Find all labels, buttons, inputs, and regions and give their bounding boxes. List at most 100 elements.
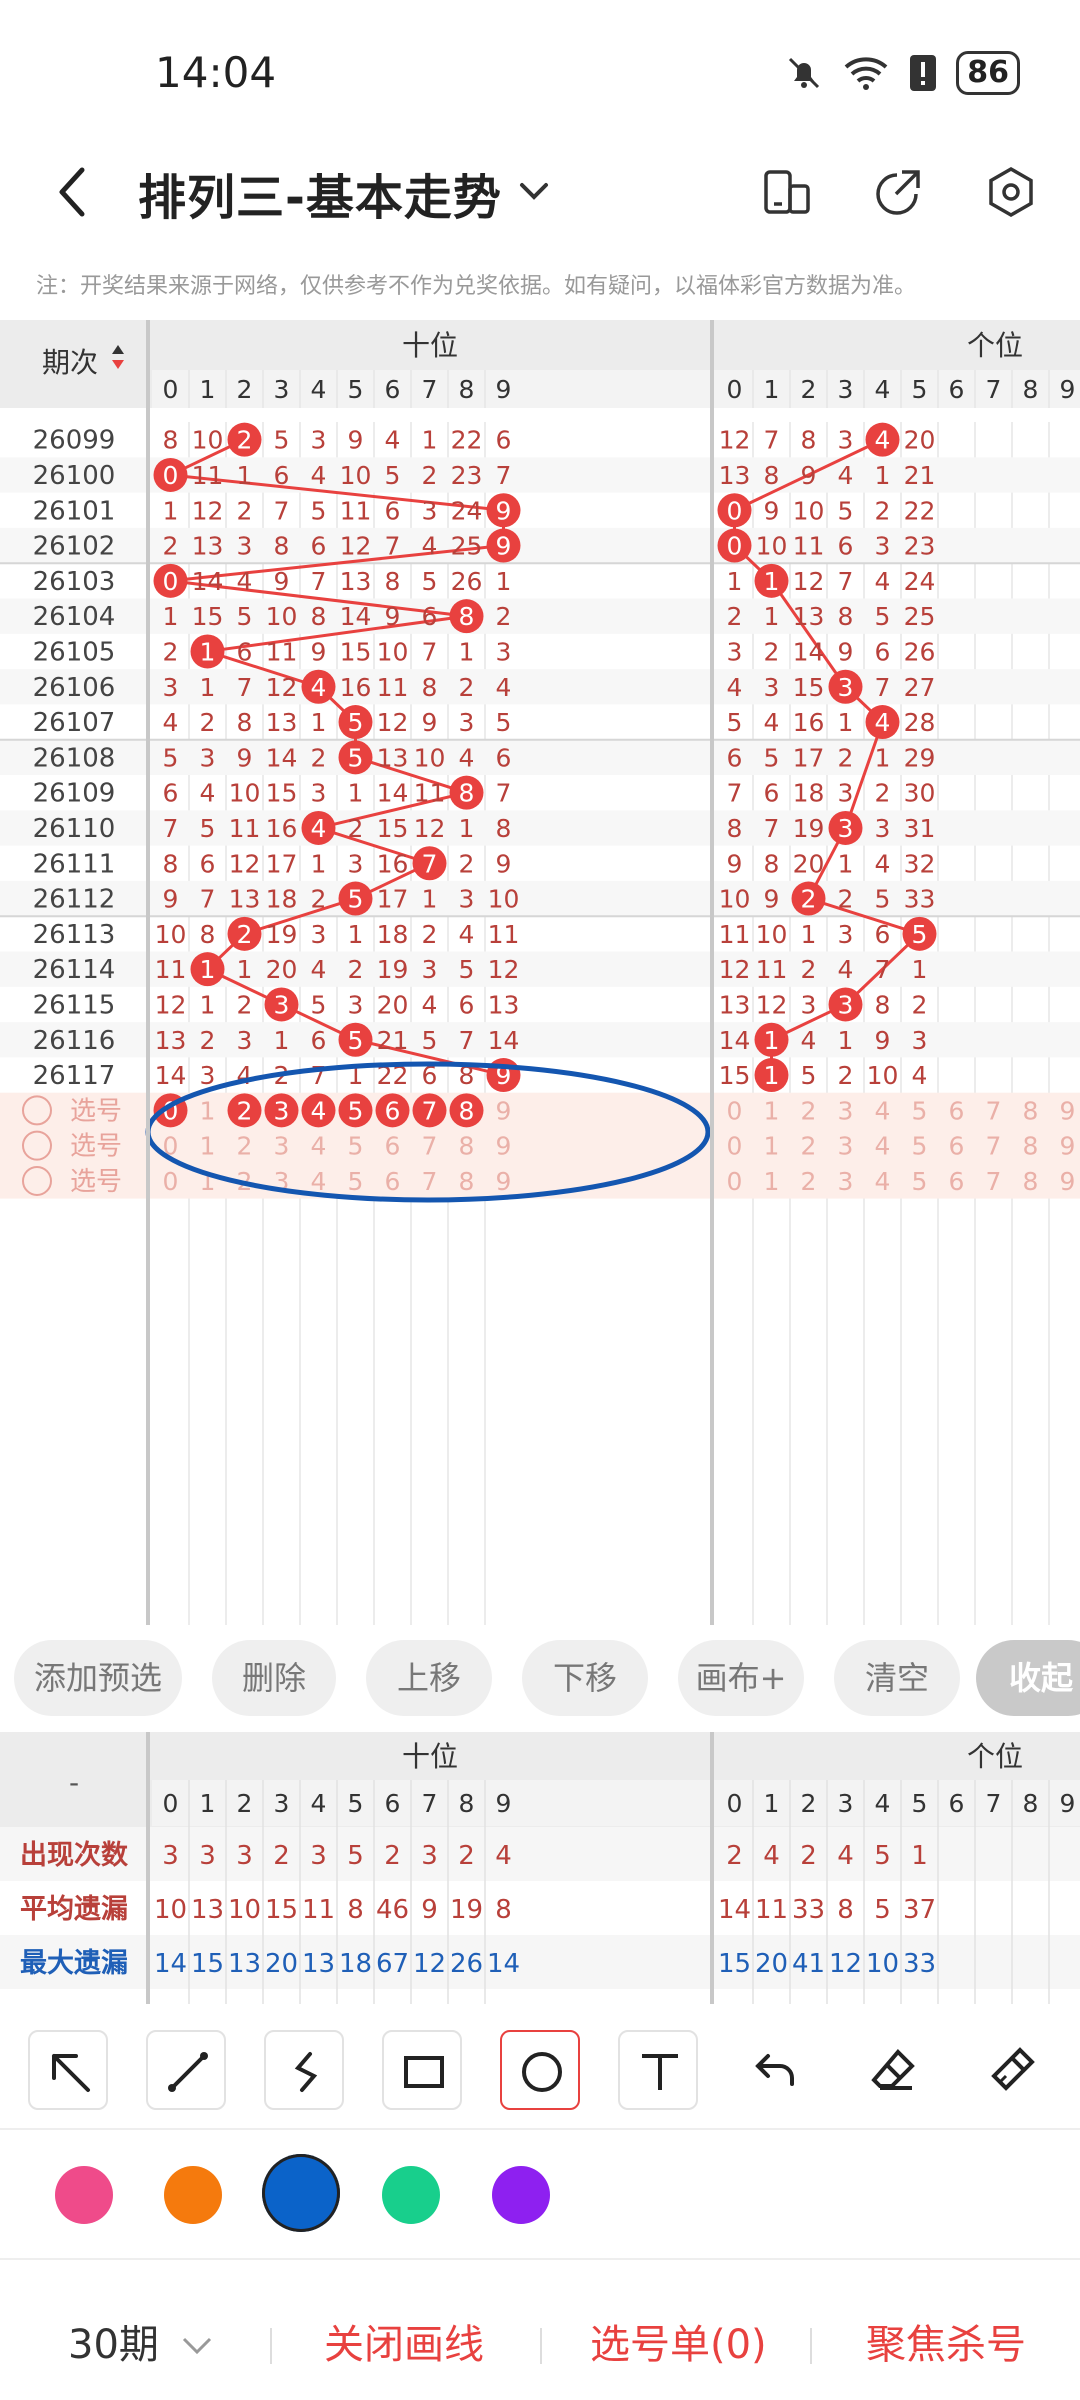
stats-table-svg: -十位 个位0 01 12 23 34 45 56 67 78 89 9出现次数 3 3 3 2 3 5 2 3 2 4 2…: [0, 1732, 1080, 2004]
omission-cell: 4: [727, 673, 743, 702]
omission-cell: 13: [377, 743, 409, 772]
omission-cell: 8: [274, 532, 290, 561]
move-up-button[interactable]: 上移: [366, 1640, 492, 1716]
circle-tool-icon[interactable]: [500, 2030, 580, 2110]
add-preselect-button[interactable]: 添加预选: [14, 1640, 182, 1716]
omission-cell: 20: [266, 955, 298, 984]
omission-cell: 3: [727, 637, 743, 666]
stats-row-label: 平均遗漏: [20, 1894, 128, 1925]
clear-button[interactable]: 清空: [834, 1640, 960, 1716]
period-cell: 26106: [33, 673, 116, 703]
color-swatch-pink[interactable]: [55, 2166, 113, 2224]
omission-cell: 7: [838, 567, 854, 596]
color-swatch-blue-selected[interactable]: [262, 2154, 340, 2232]
select-digit: 1: [764, 1096, 780, 1125]
omission-cell: 7: [764, 426, 780, 455]
omission-cell: 3: [838, 779, 854, 808]
omission-cell: 3: [237, 532, 253, 561]
stats-cell: 33: [792, 1895, 825, 1925]
chevron-down-icon[interactable]: [517, 174, 551, 208]
omission-cell: 12: [266, 673, 298, 702]
omission-cell: 11: [719, 920, 751, 949]
omission-cell: 4: [422, 990, 438, 1019]
select-digit: 1: [764, 1167, 780, 1196]
polyline-tool-icon[interactable]: [264, 2030, 344, 2110]
omission-cell: 1: [163, 602, 179, 631]
eraser-icon[interactable]: [854, 2030, 934, 2110]
color-swatch-orange[interactable]: [164, 2166, 222, 2224]
digit-header: 4: [311, 375, 327, 404]
undo-icon[interactable]: [736, 2030, 816, 2110]
period-cell: 26100: [33, 461, 116, 491]
omission-cell: 14: [155, 1061, 187, 1090]
omission-cell: 1: [237, 955, 253, 984]
omission-cell: 2: [348, 955, 364, 984]
omission-cell: 7: [496, 461, 512, 490]
select-digit: 7: [422, 1132, 438, 1161]
group-header-unit: 个位: [967, 329, 1023, 362]
select-digit: 9: [496, 1132, 512, 1161]
stats-digit-header-bg: [152, 1780, 1080, 1826]
rectangle-tool-icon[interactable]: [382, 2030, 462, 2110]
arrow-tool-icon[interactable]: [28, 2030, 108, 2110]
omission-cell: 10: [414, 743, 446, 772]
omission-cell: 26: [904, 637, 936, 666]
collapse-button[interactable]: 收起: [976, 1640, 1080, 1716]
focus-kill-button[interactable]: 聚焦杀号: [866, 2312, 1026, 2370]
select-list-button[interactable]: 选号单(0): [590, 2312, 767, 2370]
trend-chart[interactable]: 期次 十位 个位 0 0 1 1 2 2 3 3 4 4 5 5 6 6 7 7 8 8 9 9 26099 26100 2610…: [0, 320, 1080, 1625]
omission-cell: 3: [348, 990, 364, 1019]
omission-cell: 9: [274, 567, 290, 596]
color-swatch-purple[interactable]: [492, 2166, 550, 2224]
settings-hexagon-icon[interactable]: [983, 164, 1039, 220]
close-draw-button[interactable]: 关闭画线: [324, 2312, 484, 2370]
omission-cell: 12: [192, 496, 224, 525]
line-tool-icon[interactable]: [146, 2030, 226, 2110]
omission-cell: 11: [756, 955, 788, 984]
omission-cell: 2: [912, 990, 928, 1019]
omission-cell: 4: [838, 955, 854, 984]
stats-cell: 67: [376, 1949, 409, 1979]
omission-cell: 15: [793, 673, 825, 702]
omission-cell: 4: [764, 708, 780, 737]
select-digit: 2: [801, 1167, 817, 1196]
stats-cell: 8: [837, 1895, 854, 1925]
omission-cell: 8: [200, 920, 216, 949]
brush-clear-icon[interactable]: [972, 2030, 1052, 2110]
omission-cell: 13: [229, 885, 261, 914]
omission-cell: 7: [163, 814, 179, 843]
omission-cell: 3: [801, 990, 817, 1019]
stats-cell: 3: [162, 1841, 179, 1871]
omission-cell: 13: [340, 567, 372, 596]
wifi-icon: [844, 57, 888, 90]
period-select[interactable]: 30期: [68, 2312, 214, 2370]
screen-switch-icon[interactable]: [758, 164, 814, 220]
omission-cell: 23: [451, 461, 483, 490]
canvas-plus-button[interactable]: 画布+: [678, 1640, 804, 1716]
select-digit: 5: [912, 1167, 928, 1196]
omission-cell: 13: [192, 532, 224, 561]
stats-cell: 13: [302, 1949, 335, 1979]
omission-cell: 1: [274, 1026, 290, 1055]
omission-cell: 9: [311, 637, 327, 666]
stats-digit-header: 3: [274, 1789, 290, 1818]
divider: [0, 2258, 1080, 2260]
omission-cell: 8: [385, 567, 401, 596]
omission-cell: 10: [192, 426, 224, 455]
stats-row-label: 最大遗漏: [20, 1948, 128, 1979]
back-arrow-icon[interactable]: [48, 162, 98, 222]
omission-cell: 1: [459, 814, 475, 843]
delete-button[interactable]: 删除: [212, 1640, 336, 1716]
omission-cell: 1: [348, 779, 364, 808]
digit-header: 1: [764, 375, 780, 404]
share-icon[interactable]: [870, 164, 926, 220]
color-swatch-green[interactable]: [382, 2166, 440, 2224]
stats-cell: 10: [154, 1895, 187, 1925]
move-down-button[interactable]: 下移: [522, 1640, 648, 1716]
omission-cell: 11: [266, 637, 298, 666]
select-digit: 5: [912, 1132, 928, 1161]
divider: [0, 2128, 1080, 2130]
hit-number: 1: [764, 1026, 780, 1055]
page-title[interactable]: 排列三-基本走势: [138, 158, 502, 228]
text-tool-icon[interactable]: [618, 2030, 698, 2110]
